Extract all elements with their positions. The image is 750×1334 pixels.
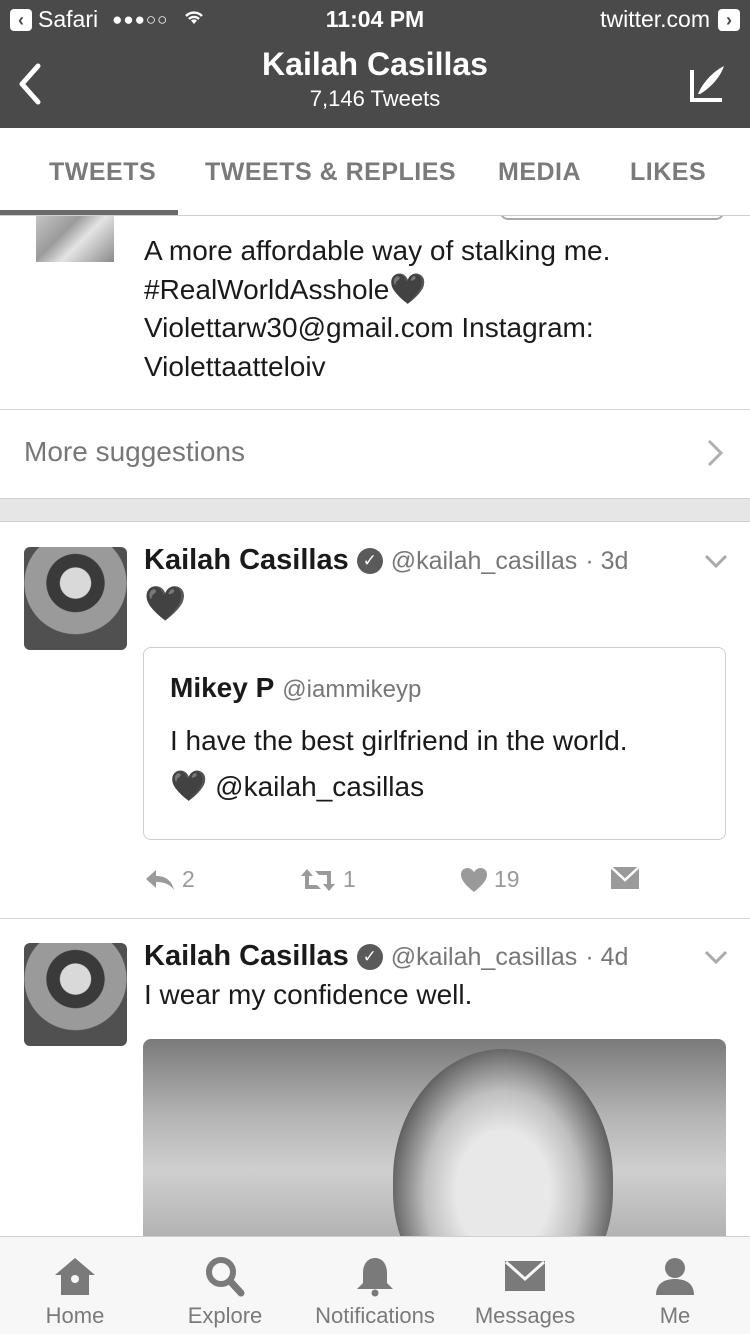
quoted-line: I have the best girlfriend in the world.	[170, 725, 628, 756]
chevron-down-icon[interactable]	[704, 950, 728, 964]
suggested-user-bio: A more affordable way of stalking me. #R…	[144, 232, 724, 386]
tab-messages[interactable]: Messages	[450, 1237, 600, 1334]
tweet-count: 7,146 Tweets	[309, 86, 441, 111]
bottom-tab-bar: Home Explore Notifications Messages Me	[0, 1236, 750, 1334]
tweet-time: · 3d	[585, 547, 629, 575]
avatar[interactable]	[24, 943, 127, 1046]
quoted-author: Mikey P @iammikeyp	[170, 672, 421, 704]
chevron-right-icon	[707, 439, 724, 467]
home-icon	[55, 1258, 95, 1295]
bio-line: Violettarw30@gmail.com Instagram:	[144, 312, 594, 343]
follow-button[interactable]	[500, 216, 724, 220]
author-name[interactable]: Kailah Casillas	[144, 940, 349, 972]
more-suggestions-label: More suggestions	[24, 436, 246, 467]
photo-subject	[393, 1049, 613, 1236]
tab-likes[interactable]: LIKES	[630, 158, 706, 187]
quoted-text: I have the best girlfriend in the world.…	[170, 718, 710, 810]
verified-icon: ✓	[356, 548, 383, 574]
quoted-line: 🖤 @kailah_casillas	[170, 764, 710, 810]
heart-emoji: 🖤	[170, 770, 208, 803]
suggested-user-avatar[interactable]	[36, 216, 114, 262]
verified-icon: ✓	[356, 944, 383, 970]
tab-label: Explore	[187, 1303, 263, 1328]
tab-tweets[interactable]: TWEETS	[49, 158, 156, 187]
tweet-photo[interactable]	[143, 1039, 726, 1236]
retweet-count: 1	[343, 866, 356, 892]
mention-link[interactable]: @kailah_casillas	[215, 771, 424, 802]
quoted-author-name: Mikey P	[170, 672, 275, 703]
section-gap	[0, 498, 750, 522]
direct-message-button[interactable]	[610, 866, 640, 890]
tab-media[interactable]: MEDIA	[498, 158, 581, 187]
tab-notifications[interactable]: Notifications	[300, 1237, 450, 1334]
reply-icon	[146, 869, 174, 890]
reply-button[interactable]: 2	[144, 866, 195, 893]
status-right: twitter.com ›	[600, 6, 740, 33]
profile-tabs: TWEETS TWEETS & REPLIES MEDIA LIKES	[0, 128, 750, 216]
envelope-icon	[610, 866, 640, 889]
tweet-header: Kailah Casillas ✓ @kailah_casillas · 3d	[144, 544, 628, 577]
bell-icon	[357, 1258, 393, 1297]
tab-me[interactable]: Me	[600, 1237, 750, 1334]
page-title: Kailah Casillas	[262, 46, 488, 82]
heart-emoji: 🖤	[144, 585, 187, 623]
envelope-icon	[504, 1260, 546, 1291]
tab-label: Notifications	[315, 1303, 435, 1328]
heart-emoji: 🖤	[389, 272, 427, 306]
bio-line: A more affordable way of stalking me.	[144, 235, 611, 266]
quoted-author-handle: @iammikeyp	[282, 676, 422, 703]
author-handle: @kailah_casillas	[390, 943, 578, 971]
bio-line: Violettaatteloiv	[144, 350, 326, 382]
selected-tab-indicator	[0, 210, 178, 215]
tab-label: Me	[659, 1303, 691, 1328]
tweet-text: 🖤	[144, 584, 186, 624]
retweet-icon	[301, 868, 335, 891]
author-name[interactable]: Kailah Casillas	[144, 544, 349, 576]
tweet-time: · 4d	[585, 943, 629, 971]
quoted-tweet[interactable]: Mikey P @iammikeyp I have the best girlfr…	[143, 647, 726, 840]
timeline[interactable]: A more affordable way of stalking me. #R…	[0, 216, 750, 1236]
retweet-button[interactable]: 1	[299, 866, 356, 893]
tab-label: Home	[45, 1303, 105, 1328]
heart-icon	[461, 867, 487, 892]
avatar[interactable]	[24, 547, 127, 650]
bio-hashtag[interactable]: #RealWorldAsshole	[144, 274, 389, 305]
tab-home[interactable]: Home	[0, 1237, 150, 1334]
author-handle: @kailah_casillas	[390, 547, 578, 575]
search-icon	[206, 1257, 245, 1297]
reply-count: 2	[182, 866, 195, 892]
status-bar: ‹ Safari ●●●○○ 11:04 PM twitter.com ›	[0, 0, 750, 40]
like-count: 19	[494, 866, 520, 892]
chevron-down-icon[interactable]	[704, 554, 728, 568]
tweet-text: I wear my confidence well.	[144, 979, 473, 1010]
divider	[0, 918, 750, 919]
forward-to-site-icon[interactable]: ›	[718, 8, 740, 31]
more-suggestions-row[interactable]: More suggestions	[0, 410, 750, 498]
profile-header: ‹ Safari ●●●○○ 11:04 PM twitter.com › Ka…	[0, 0, 750, 128]
tab-label: Messages	[474, 1303, 576, 1328]
person-icon	[656, 1258, 694, 1295]
tab-tweets-replies[interactable]: TWEETS & REPLIES	[205, 158, 456, 187]
like-button[interactable]: 19	[460, 866, 520, 893]
bio-line: #RealWorldAsshole🖤	[144, 271, 724, 310]
compose-icon[interactable]	[684, 60, 730, 106]
tweet-actions: 2 1 19	[144, 866, 664, 902]
tab-explore[interactable]: Explore	[150, 1237, 300, 1334]
site-label: twitter.com	[600, 6, 710, 32]
tweet-header: Kailah Casillas ✓ @kailah_casillas · 4d	[144, 940, 628, 973]
